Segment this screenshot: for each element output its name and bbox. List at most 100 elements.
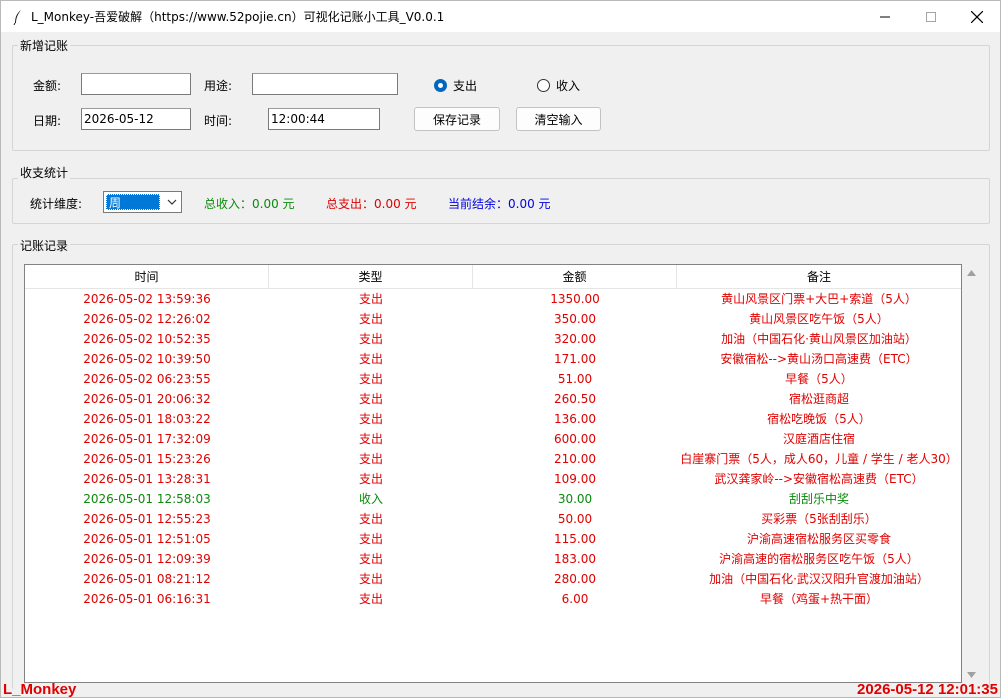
scroll-up-icon[interactable] — [963, 264, 980, 281]
radio-income-label: 收入 — [556, 79, 581, 93]
save-button[interactable]: 保存记录 — [414, 107, 500, 131]
table-row[interactable]: 2026-05-01 08:21:12 支出 280.00 加油（中国石化·武汉汉阳升… — [25, 569, 961, 589]
chevron-down-icon[interactable] — [163, 192, 181, 212]
table-row[interactable]: 2026-05-01 18:03:22 支出 136.00 宿松吃晚饭（5人） — [25, 409, 961, 429]
column-header-time[interactable]: 时间 — [25, 265, 269, 289]
minimize-button[interactable] — [862, 1, 908, 32]
table-row[interactable]: 2026-05-02 13:59:36 支出 1350.00 黄山风景区门票+大巴+索… — [25, 289, 961, 309]
cell-note: 安徽宿松-->黄山汤口高速费（ETC） — [720, 352, 918, 366]
table-row[interactable]: 2026-05-01 12:58:03 收入 30.00 刮刮乐中奖 — [25, 489, 961, 509]
total-income-text: 总收入：0.00 元 — [204, 197, 295, 211]
cell-amount: 280.00 — [554, 572, 596, 586]
table-row[interactable]: 2026-05-02 10:39:50 支出 171.00 安徽宿松-->黄山汤口高速… — [25, 349, 961, 369]
table-scrollbar[interactable] — [963, 264, 980, 683]
cell-time: 2026-05-02 10:52:35 — [83, 332, 211, 346]
dimension-label: 统计维度: — [30, 197, 83, 211]
cell-amount: 350.00 — [554, 312, 596, 326]
cell-time: 2026-05-01 12:55:23 — [83, 512, 211, 526]
cell-note: 白崖寨门票（5人，成人60，儿童 / 学生 / 老人30） — [680, 452, 958, 466]
table-row[interactable]: 2026-05-02 06:23:55 支出 51.00 早餐（5人） — [25, 369, 961, 389]
close-button[interactable] — [954, 1, 1000, 32]
table-row[interactable]: 2026-05-01 12:55:23 支出 50.00 买彩票（5张刮刮乐） — [25, 509, 961, 529]
cell-amount: 260.50 — [554, 392, 596, 406]
cell-amount: 136.00 — [554, 412, 596, 426]
cell-amount: 109.00 — [554, 472, 596, 486]
records-group-title: 记账记录 — [18, 237, 71, 254]
cell-time: 2026-05-01 13:28:31 — [83, 472, 211, 486]
cell-type: 支出 — [358, 532, 383, 546]
date-input[interactable] — [81, 108, 191, 130]
records-table: 时间 类型 金额 备注 2026-05-02 13:59:36 支出 1350.00… — [24, 264, 962, 683]
cell-time: 2026-05-01 12:09:39 — [83, 552, 211, 566]
table-row[interactable]: 2026-05-01 20:06:32 支出 260.50 宿松逛商超 — [25, 389, 961, 409]
total-expense-text: 总支出：0.00 元 — [326, 197, 417, 211]
cell-type: 支出 — [358, 512, 383, 526]
cell-note: 黄山风景区吃午饭（5人） — [749, 312, 889, 326]
cell-type: 支出 — [358, 592, 383, 606]
cell-note: 加油（中国石化·黄山风景区加油站） — [721, 332, 917, 346]
cell-note: 沪渝高速的宿松服务区吃午饭（5人） — [719, 552, 919, 566]
cell-amount: 1350.00 — [550, 292, 600, 306]
purpose-input[interactable] — [252, 73, 398, 95]
cell-time: 2026-05-01 12:58:03 — [83, 492, 211, 506]
table-row[interactable]: 2026-05-02 12:26:02 支出 350.00 黄山风景区吃午饭（5人） — [25, 309, 961, 329]
radio-expense-label: 支出 — [453, 79, 478, 93]
dimension-selected-value: 周 — [106, 194, 160, 210]
add-record-group — [12, 45, 990, 151]
column-header-type[interactable]: 类型 — [269, 265, 473, 289]
cell-amount: 183.00 — [554, 552, 596, 566]
cell-amount: 51.00 — [557, 372, 593, 386]
table-row[interactable]: 2026-05-01 15:23:26 支出 210.00 白崖寨门票（5人，成人60… — [25, 449, 961, 469]
app-window: L_Monkey-吾爱破解（https://www.52pojie.cn）可视化… — [0, 0, 1001, 698]
radio-income[interactable]: 收入 — [537, 77, 580, 94]
cell-time: 2026-05-01 12:51:05 — [83, 532, 211, 546]
cell-type: 支出 — [358, 372, 383, 386]
column-header-amount[interactable]: 金额 — [473, 265, 677, 289]
cell-amount: 210.00 — [554, 452, 596, 466]
cell-type: 支出 — [358, 292, 383, 306]
cell-time: 2026-05-01 20:06:32 — [83, 392, 211, 406]
radio-income-indicator — [537, 79, 550, 92]
cell-note: 武汉龚家岭-->安徽宿松高速费（ETC） — [714, 472, 924, 486]
cell-type: 支出 — [358, 392, 383, 406]
cell-time: 2026-05-02 10:39:50 — [83, 352, 211, 366]
radio-expense[interactable]: 支出 — [434, 77, 477, 94]
cell-amount: 30.00 — [557, 492, 593, 506]
amount-label: 金额: — [33, 79, 62, 93]
table-row[interactable]: 2026-05-01 06:16:31 支出 6.00 早餐（鸡蛋+热干面） — [25, 589, 961, 609]
stats-group-title: 收支统计 — [18, 164, 71, 181]
window-title: L_Monkey-吾爱破解（https://www.52pojie.cn）可视化… — [31, 10, 445, 24]
cell-amount: 50.00 — [557, 512, 593, 526]
table-row[interactable]: 2026-05-01 12:09:39 支出 183.00 沪渝高速的宿松服务区吃午饭… — [25, 549, 961, 569]
table-row[interactable]: 2026-05-01 13:28:31 支出 109.00 武汉龚家岭-->安徽宿松高… — [25, 469, 961, 489]
time-input[interactable] — [268, 108, 380, 130]
cell-time: 2026-05-01 06:16:31 — [83, 592, 211, 606]
date-label: 日期: — [33, 114, 62, 128]
cell-type: 支出 — [358, 332, 383, 346]
clear-button[interactable]: 清空输入 — [516, 107, 601, 131]
footer-author: L_Monkey — [3, 681, 77, 698]
cell-note: 汉庭酒店住宿 — [782, 432, 855, 446]
table-row[interactable]: 2026-05-02 10:52:35 支出 320.00 加油（中国石化·黄山风景区… — [25, 329, 961, 349]
cell-type: 支出 — [358, 412, 383, 426]
add-record-group-title: 新增记账 — [18, 37, 71, 54]
cell-time: 2026-05-01 18:03:22 — [83, 412, 211, 426]
cell-amount: 600.00 — [554, 432, 596, 446]
dimension-select[interactable]: 周 — [103, 191, 182, 213]
cell-time: 2026-05-02 06:23:55 — [83, 372, 211, 386]
cell-note: 宿松吃晚饭（5人） — [767, 412, 871, 426]
cell-amount: 6.00 — [561, 592, 589, 606]
cell-amount: 171.00 — [554, 352, 596, 366]
cell-type: 支出 — [358, 552, 383, 566]
feather-icon — [11, 9, 25, 25]
column-header-note[interactable]: 备注 — [677, 265, 961, 289]
balance-text: 当前结余：0.00 元 — [448, 197, 551, 211]
table-rows: 2026-05-02 13:59:36 支出 1350.00 黄山风景区门票+大巴+索… — [25, 289, 961, 609]
maximize-button[interactable] — [908, 1, 954, 32]
minimize-icon — [880, 16, 890, 17]
table-row[interactable]: 2026-05-01 12:51:05 支出 115.00 沪渝高速宿松服务区买零食 — [25, 529, 961, 549]
amount-input[interactable] — [81, 73, 191, 95]
window-controls — [862, 1, 1000, 32]
table-row[interactable]: 2026-05-01 17:32:09 支出 600.00 汉庭酒店住宿 — [25, 429, 961, 449]
cell-note: 宿松逛商超 — [788, 392, 849, 406]
